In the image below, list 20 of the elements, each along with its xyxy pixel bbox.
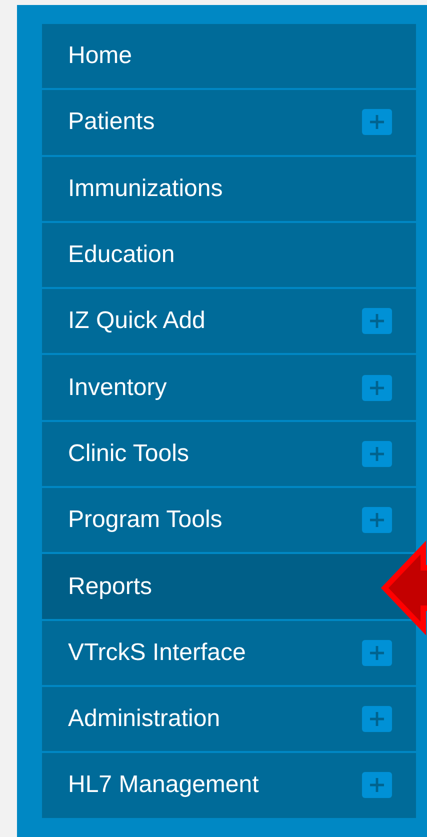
expand-icon[interactable] (362, 440, 392, 467)
menu-item[interactable]: Program Tools (42, 488, 416, 552)
menu-item[interactable]: Education (42, 222, 416, 288)
menu-item[interactable]: Inventory (42, 355, 416, 420)
menu-item[interactable]: Administration (42, 686, 416, 752)
expand-icon[interactable] (362, 772, 392, 798)
menu-item[interactable]: IZ Quick Add (42, 289, 416, 354)
menu-item[interactable]: Home (42, 24, 416, 88)
menu-item[interactable]: Patients (42, 90, 416, 155)
expand-icon[interactable] (362, 706, 392, 732)
menu-item[interactable]: Clinic Tools (42, 422, 416, 486)
expand-icon[interactable] (362, 374, 392, 401)
menu-item[interactable]: VTrckS Interface (42, 620, 416, 685)
expand-icon[interactable] (362, 308, 392, 334)
menu-item[interactable]: Reports (42, 554, 416, 619)
menu-item[interactable]: Immunizations (42, 156, 416, 221)
expand-icon[interactable] (362, 109, 392, 136)
expand-icon[interactable] (362, 507, 392, 534)
menu-item[interactable]: HL7 Management (42, 753, 416, 818)
expand-icon[interactable] (362, 640, 392, 666)
